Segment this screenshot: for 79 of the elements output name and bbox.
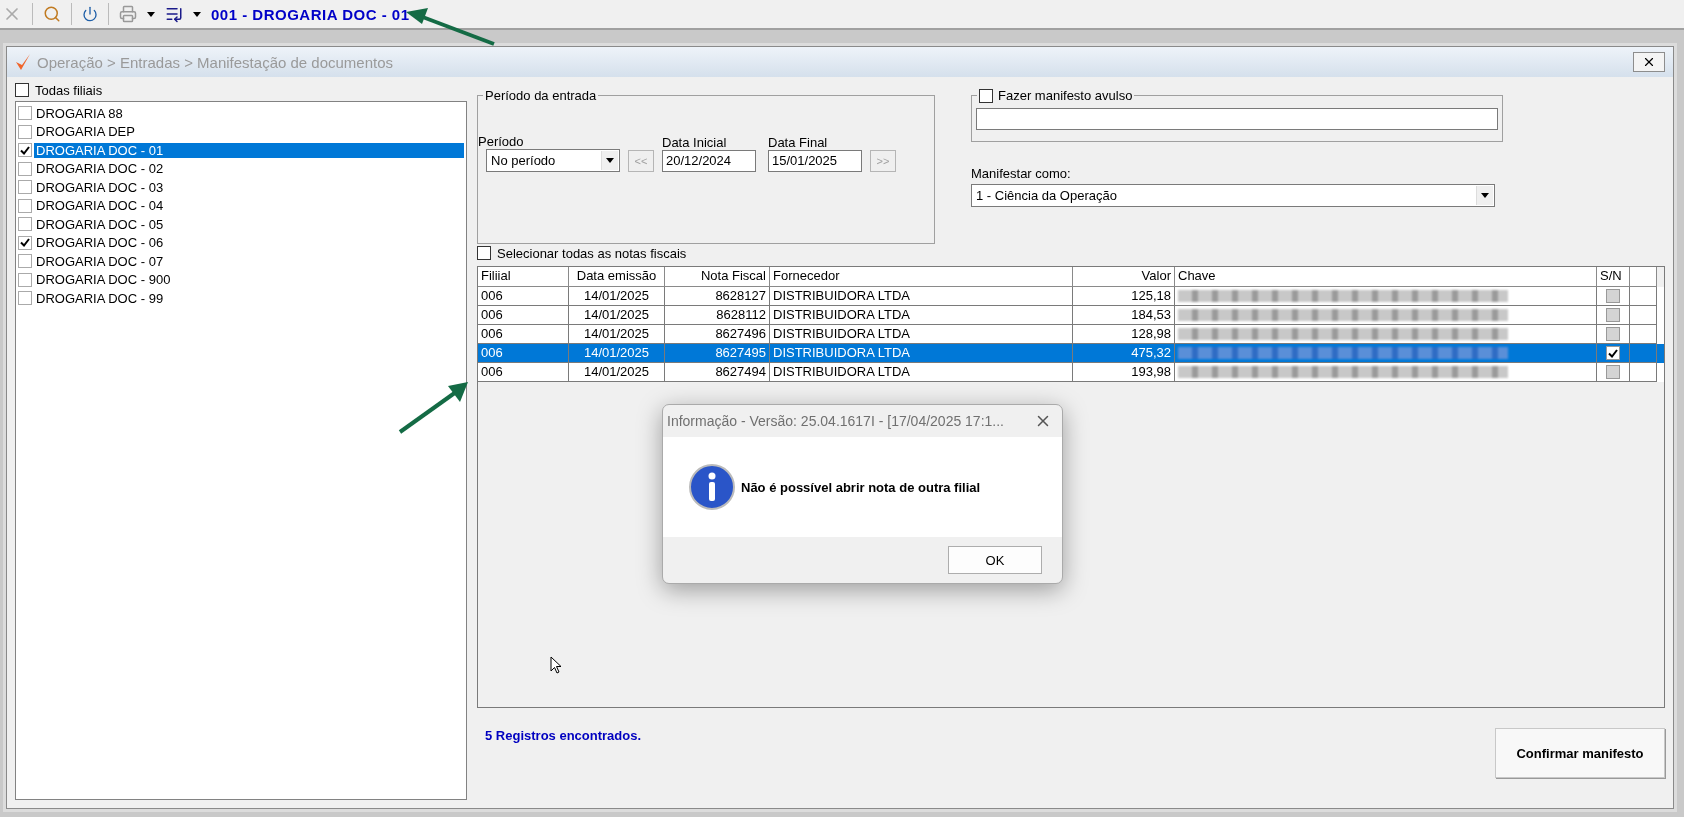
checkbox[interactable] [18,272,32,287]
branch-item[interactable]: DROGARIA DOC - 01 [34,142,464,158]
checkbox[interactable] [18,291,32,306]
branch-item[interactable]: DROGARIA DOC - 05 [34,216,464,232]
branch-item[interactable]: DROGARIA DOC - 99 [34,290,464,306]
period-select[interactable]: No período [486,149,620,172]
close-icon[interactable] [1642,55,1656,69]
column-header[interactable]: S/N [1597,267,1630,287]
checkbox[interactable] [477,246,491,260]
records-count: 5 Registros encontrados. [485,728,642,743]
date-field[interactable]: 20/12/2024 [662,150,756,172]
branch-item[interactable]: DROGARIA DOC - 07 [34,253,464,269]
annotation-arrow [398,382,468,434]
field-label: Período [478,134,525,149]
table-cell: 193,98 [1073,363,1175,382]
group-title: Período da entrada [485,88,597,103]
checkmark-logo-icon [15,53,31,71]
branch-item[interactable]: DROGARIA DOC - 04 [34,198,464,214]
column-header[interactable]: Filiial [478,267,569,287]
field-label: Data Final [768,135,829,150]
branch-item[interactable]: DROGARIA 88 [34,105,464,121]
checkbox[interactable] [1606,289,1620,303]
table-row[interactable]: 006 14/01/2025 8627494 DISTRIBUIDORA LTDA 193,98 [478,363,1664,382]
dialog-message: Não é possível abrir nota de outra filial [741,479,981,495]
checkbox[interactable] [1606,308,1620,322]
search-icon[interactable] [43,5,61,23]
branch-item[interactable]: DROGARIA DOC - 02 [34,161,464,177]
checkbox[interactable] [1606,365,1620,379]
checkbox[interactable] [979,88,993,103]
branch-item[interactable]: DROGARIA DOC - 03 [34,179,464,195]
checkbox-label: Fazer manifesto avulso [998,88,1133,103]
column-header[interactable]: Data emissão [569,267,665,287]
manifest-type-select[interactable]: 1 - Ciência da Operação [971,184,1495,207]
caret-icon[interactable] [147,11,155,17]
column-header[interactable]: Valor [1073,267,1175,287]
printer-icon[interactable] [119,5,137,23]
table-row[interactable]: 006 14/01/2025 8627496 DISTRIBUIDORA LTDA 128,98 [478,325,1664,344]
close-button[interactable] [1633,52,1665,72]
mouse-pointer-icon [550,656,562,674]
confirm-button[interactable]: Confirmar manifesto [1495,728,1665,778]
info-icon [689,464,735,510]
checkbox[interactable] [18,180,32,195]
company-name: 001 - DROGARIA DOC - 01 [211,5,410,23]
branch-item[interactable]: DROGARIA DOC - 900 [34,272,464,288]
table-cell: 8627494 [665,363,770,382]
branch-item[interactable]: DROGARIA DEP [34,124,464,140]
column-header[interactable]: Fornecedor [770,267,1073,287]
checkbox[interactable] [18,235,32,250]
input-field[interactable] [976,108,1498,130]
power-icon[interactable] [82,6,98,22]
caret-icon[interactable] [193,11,201,17]
checkbox[interactable] [18,143,32,158]
checkbox-label: Todas filiais [35,82,103,98]
checkbox-label: Selecionar todas as notas fiscais [497,245,687,261]
column-header[interactable]: Chave [1175,267,1597,287]
checkbox[interactable] [18,254,32,269]
table-cell: 006 [478,363,569,382]
list-arrow-icon[interactable] [165,5,183,23]
table-cell: DISTRIBUIDORA LTDA [770,363,1073,382]
checkbox[interactable] [15,83,29,97]
checkbox[interactable] [18,198,32,213]
checkbox[interactable] [18,217,32,232]
table-row[interactable]: 006 14/01/2025 8627495 DISTRIBUIDORA LTDA 475,32 [478,344,1664,363]
dialog-title: Informação - Versão: 25.04.1617I - [17/04/2025 17:1... [667,413,1004,429]
window-title: Operação > Entradas > Manifestação de documentos [37,53,394,71]
branch-item[interactable]: DROGARIA DOC - 06 [34,235,464,251]
checkbox[interactable] [18,106,32,121]
date-field[interactable]: 15/01/2025 [768,150,862,172]
table-row[interactable]: 006 14/01/2025 8628127 DISTRIBUIDORA LTDA 125,18 [478,287,1664,306]
field-label: Manifestar como: [971,166,1072,181]
table-cell: 14/01/2025 [569,363,665,382]
column-header[interactable]: Nota Fiscal [665,267,770,287]
ok-button[interactable]: OK [948,546,1042,574]
field-label: Data Inicial [662,135,728,150]
checkbox[interactable] [1606,346,1620,360]
checkbox[interactable] [1606,327,1620,341]
checkbox[interactable] [18,124,32,139]
table-row[interactable]: 006 14/01/2025 8628112 DISTRIBUIDORA LTDA 184,53 [478,306,1664,325]
checkbox[interactable] [18,161,32,176]
